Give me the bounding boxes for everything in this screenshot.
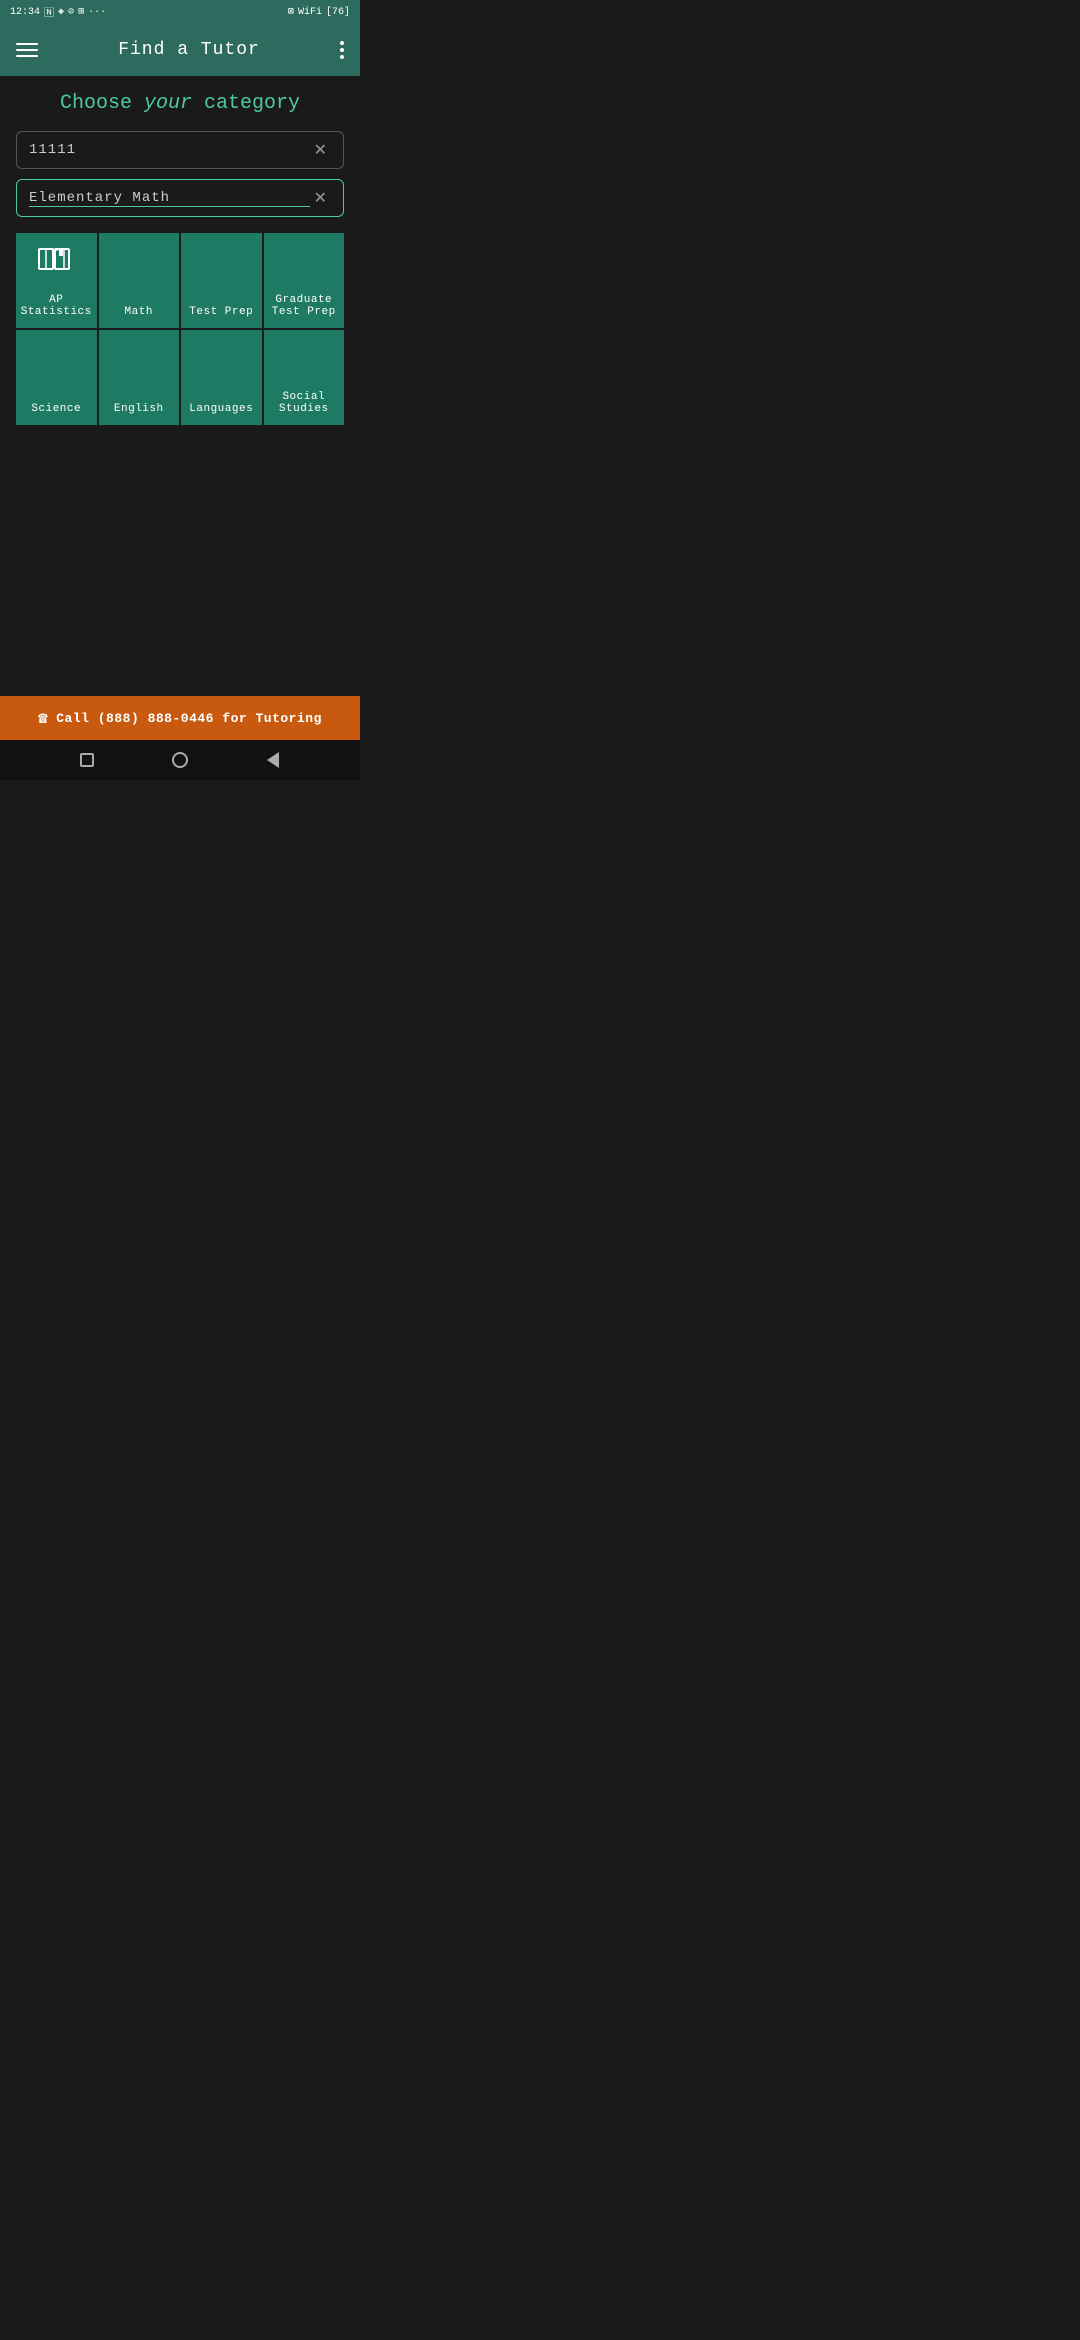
category-label: Test Prep [189,306,253,318]
status-bar: 12:34 🄽 ◈ ⊘ ⊞ ··· ⊠ WiFi [76] [0,0,360,24]
phone-icon: ☎ [38,708,48,728]
clear-input-1-button[interactable]: ✕ [310,140,331,160]
category-label: Science [31,403,81,415]
app-title: Find a Tutor [118,40,260,60]
main-content: Choose your category ✕ ✕ AP Statistics [0,76,360,696]
status-dots-icon: ··· [88,7,106,18]
category-math[interactable]: Math [99,233,180,328]
category-languages[interactable]: Languages [181,330,262,425]
category-label: English [114,403,164,415]
status-n-icon: 🄽 [44,4,54,20]
status-grid-icon: ⊞ [78,6,84,18]
category-label: Languages [189,403,253,415]
category-label: Math [125,306,153,318]
navigation-bar [0,740,360,780]
menu-button[interactable] [16,43,38,57]
category-english[interactable]: English [99,330,180,425]
search-input-2-wrapper: ✕ [16,179,344,217]
category-graduate-test-prep[interactable]: Graduate Test Prep [264,233,345,328]
category-label: Social Studies [268,391,341,415]
status-circle-icon: ⊘ [68,6,74,18]
wifi-icon: WiFi [298,7,322,18]
page-title: Choose your category [16,92,344,115]
search-container: ✕ ✕ [16,131,344,217]
status-bar-right: ⊠ WiFi [76] [288,6,350,18]
category-science[interactable]: Science [16,330,97,425]
search-input-1[interactable] [29,142,310,158]
status-bar-left: 12:34 🄽 ◈ ⊘ ⊞ ··· [10,4,106,20]
call-bar[interactable]: ☎ Call (888) 888-0446 for Tutoring [0,696,360,740]
app-header: Find a Tutor [0,24,360,76]
category-social-studies[interactable]: Social Studies [264,330,345,425]
category-label: Graduate Test Prep [268,294,341,318]
search-input-1-wrapper: ✕ [16,131,344,169]
status-time: 12:34 [10,7,40,18]
more-options-button[interactable] [340,41,344,59]
clear-input-2-button[interactable]: ✕ [310,188,331,208]
category-test-prep[interactable]: Test Prep [181,233,262,328]
status-x-icon: ⊠ [288,6,294,18]
search-input-2[interactable] [29,190,310,207]
book-icon [37,247,75,279]
recent-apps-button[interactable] [77,750,97,770]
battery-icon: [76] [326,7,350,18]
category-ap-statistics[interactable]: AP Statistics [16,233,97,328]
status-dropbox-icon: ◈ [58,6,64,18]
category-grid: AP Statistics Math Test Prep Graduate Te… [16,233,344,425]
home-button[interactable] [170,750,190,770]
call-text: Call (888) 888-0446 for Tutoring [56,711,322,726]
category-label: AP Statistics [20,294,93,318]
back-button[interactable] [263,750,283,770]
